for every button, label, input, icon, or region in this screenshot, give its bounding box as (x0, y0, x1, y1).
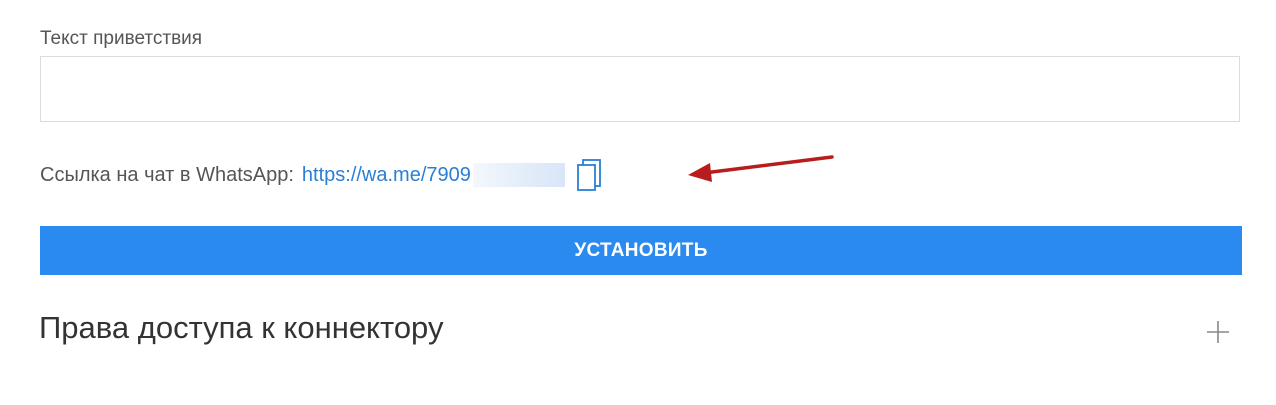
whatsapp-link-row: Ссылка на чат в WhatsApp: https://wa.me/… (40, 158, 603, 192)
plus-icon[interactable] (1204, 318, 1232, 346)
copy-icon[interactable] (575, 158, 603, 192)
install-button[interactable]: УСТАНОВИТЬ (40, 226, 1242, 275)
annotation-arrow (688, 155, 834, 182)
access-rights-section-title: Права доступа к коннектору (39, 310, 444, 345)
redacted-phone-number (472, 163, 565, 187)
greeting-text-label: Текст приветствия (40, 28, 203, 49)
whatsapp-chat-link[interactable]: https://wa.me/7909 (302, 164, 471, 187)
whatsapp-link-label: Ссылка на чат в WhatsApp: (40, 163, 294, 186)
connector-settings-page: Текст приветствия Ссылка на чат в WhatsA… (0, 0, 1276, 405)
greeting-text-input[interactable] (40, 56, 1240, 122)
